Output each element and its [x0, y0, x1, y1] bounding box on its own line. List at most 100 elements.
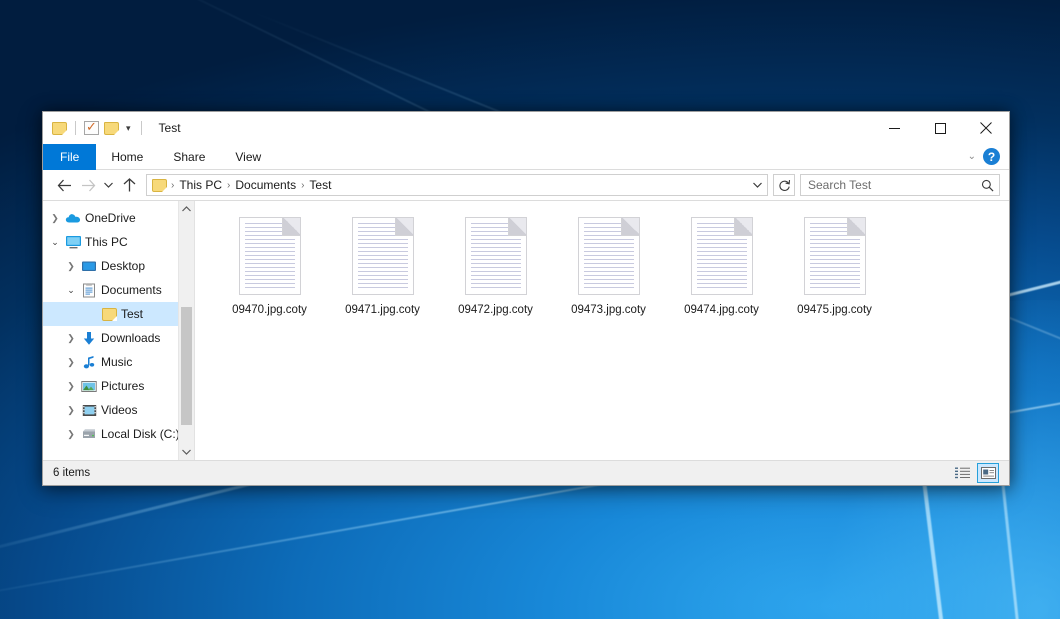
navigation-pane-scrollbar[interactable] — [178, 201, 194, 460]
pictures-icon — [79, 380, 99, 393]
sidebar-item-label: Test — [119, 307, 143, 321]
title-bar: ▾ Test — [43, 112, 1009, 144]
chevron-down-icon[interactable]: ⌄ — [968, 151, 976, 162]
recent-locations-button[interactable] — [100, 173, 117, 197]
sidebar-item-onedrive[interactable]: ❯ OneDrive — [43, 206, 194, 230]
quick-access-toolbar: ▾ Test — [43, 121, 181, 135]
generic-document-icon — [691, 217, 753, 295]
up-button[interactable] — [117, 173, 141, 197]
sidebar-item-music[interactable]: ❯ Music — [43, 350, 194, 374]
tab-view[interactable]: View — [220, 144, 276, 170]
divider — [75, 121, 76, 135]
file-name-label: 09475.jpg.coty — [797, 304, 872, 316]
up-arrow-icon — [123, 178, 136, 192]
window-title: Test — [159, 121, 181, 135]
view-mode-buttons — [951, 463, 999, 483]
details-view-button[interactable] — [951, 463, 973, 483]
file-name-label: 09470.jpg.coty — [232, 304, 307, 316]
close-button[interactable] — [963, 112, 1009, 144]
search-box[interactable]: Search Test — [800, 174, 1000, 196]
file-item[interactable]: 09472.jpg.coty — [439, 215, 552, 316]
sidebar-item-downloads[interactable]: ❯ Downloads — [43, 326, 194, 350]
breadcrumb-this-pc[interactable]: This PC — [175, 175, 226, 195]
forward-button[interactable] — [76, 173, 100, 197]
generic-document-icon — [804, 217, 866, 295]
chevron-right-icon[interactable]: ❯ — [63, 429, 79, 440]
navigation-pane: ❯ OneDrive ⌄ — [43, 201, 195, 460]
chevron-right-icon[interactable]: ❯ — [47, 213, 63, 224]
file-name-label: 09472.jpg.coty — [458, 304, 533, 316]
chevron-down-icon — [104, 182, 113, 188]
chevron-down-icon — [747, 175, 767, 195]
chevron-right-icon[interactable]: ❯ — [63, 405, 79, 416]
properties-checkbox-icon[interactable] — [84, 121, 99, 135]
sidebar-item-this-pc[interactable]: ⌄ This PC — [43, 230, 194, 254]
chevron-down-icon — [182, 449, 191, 455]
chevron-down-icon[interactable]: ▾ — [124, 124, 133, 133]
chevron-right-icon[interactable]: ❯ — [63, 261, 79, 272]
sidebar-item-pictures[interactable]: ❯ Pictures — [43, 374, 194, 398]
sidebar-item-label: This PC — [83, 235, 128, 249]
file-item[interactable]: 09471.jpg.coty — [326, 215, 439, 316]
help-button[interactable]: ? — [983, 148, 1000, 165]
file-item[interactable]: 09473.jpg.coty — [552, 215, 665, 316]
file-item[interactable]: 09474.jpg.coty — [665, 215, 778, 316]
large-icons-view-button[interactable] — [977, 463, 999, 483]
chevron-down-icon[interactable]: ⌄ — [63, 285, 79, 296]
back-arrow-icon — [57, 179, 72, 192]
forward-arrow-icon — [81, 179, 96, 192]
tab-home[interactable]: Home — [96, 144, 158, 170]
scroll-up-button[interactable] — [179, 201, 194, 217]
address-breadcrumb-field[interactable]: › This PC › Documents › Test — [146, 174, 768, 196]
sidebar-item-videos[interactable]: ❯ — [43, 398, 194, 422]
file-name-label: 09473.jpg.coty — [571, 304, 646, 316]
sidebar-item-documents[interactable]: ⌄ — [43, 278, 194, 302]
folder-tree: ❯ OneDrive ⌄ — [43, 201, 194, 446]
chevron-down-icon[interactable]: ⌄ — [47, 237, 63, 248]
sidebar-item-label: Pictures — [99, 379, 144, 393]
search-input[interactable]: Search Test — [808, 178, 981, 192]
file-name-label: 09474.jpg.coty — [684, 304, 759, 316]
generic-document-icon — [465, 217, 527, 295]
file-list-area[interactable]: 09470.jpg.coty 09471.jpg.coty 09472.jpg.… — [195, 201, 1009, 460]
minimize-button[interactable] — [871, 112, 917, 144]
scrollbar-thumb[interactable] — [181, 307, 192, 425]
desktop-icon — [79, 260, 99, 273]
close-icon — [980, 122, 992, 134]
item-count-label: 6 items — [53, 467, 90, 479]
breadcrumb-documents[interactable]: Documents — [231, 175, 300, 195]
scroll-down-button[interactable] — [179, 444, 194, 460]
maximize-icon — [935, 123, 946, 134]
ribbon-right-controls: ⌄ ? — [968, 144, 1009, 169]
ribbon-tab-strip: File Home Share View ⌄ ? — [43, 144, 1009, 170]
sidebar-item-test[interactable]: Test — [43, 302, 194, 326]
large-icons-view-icon — [981, 467, 996, 479]
tab-file[interactable]: File — [43, 144, 96, 170]
sidebar-item-desktop[interactable]: ❯ Desktop — [43, 254, 194, 278]
sidebar-item-label: Downloads — [99, 331, 160, 345]
file-name-label: 09471.jpg.coty — [345, 304, 420, 316]
search-icon[interactable] — [981, 179, 994, 192]
breadcrumb-test[interactable]: Test — [305, 175, 335, 195]
address-bar-row: › This PC › Documents › Test — [43, 170, 1009, 200]
refresh-button[interactable] — [773, 174, 795, 196]
ribbon-spacer — [276, 144, 967, 169]
chevron-right-icon[interactable]: ❯ — [63, 357, 79, 368]
chevron-right-icon[interactable]: ❯ — [63, 333, 79, 344]
tab-share[interactable]: Share — [158, 144, 220, 170]
sidebar-item-local-disk-c[interactable]: ❯ Local Disk (C:) — [43, 422, 194, 446]
folder-icon[interactable] — [104, 122, 119, 135]
file-item[interactable]: 09475.jpg.coty — [778, 215, 891, 316]
hard-disk-icon — [79, 428, 99, 441]
address-dropdown-button[interactable] — [747, 175, 767, 195]
folder-icon[interactable] — [52, 122, 67, 135]
file-item[interactable]: 09470.jpg.coty — [213, 215, 326, 316]
cloud-icon — [63, 212, 83, 224]
monitor-icon — [63, 235, 83, 249]
maximize-button[interactable] — [917, 112, 963, 144]
chevron-right-icon[interactable]: ❯ — [63, 381, 79, 392]
generic-document-icon — [352, 217, 414, 295]
back-button[interactable] — [52, 173, 76, 197]
status-bar: 6 items — [43, 460, 1009, 485]
refresh-icon — [778, 179, 791, 192]
